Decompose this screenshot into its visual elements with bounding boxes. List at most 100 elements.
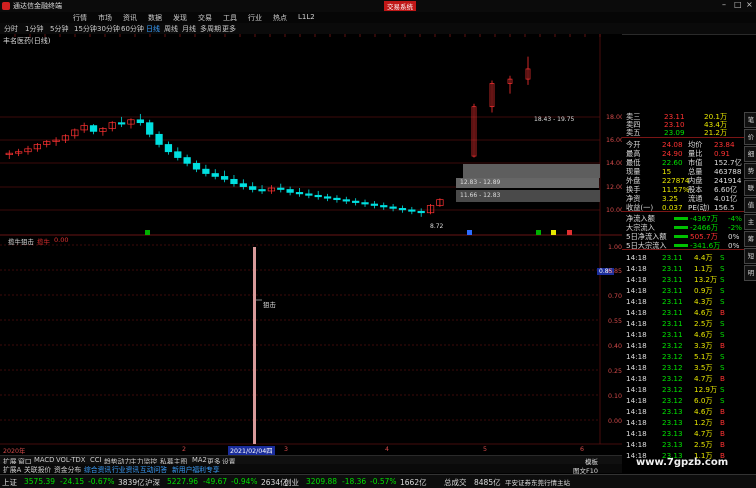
indicator-axis-label: 0.00 [608,418,623,425]
menu-news[interactable]: 资讯 [123,13,137,23]
candle-body [220,176,229,180]
period-timeshare[interactable]: 分时 [4,24,18,34]
maximize-icon[interactable]: □ [734,0,742,9]
side-tab[interactable]: 短 [744,248,756,264]
period-5min[interactable]: 5分钟 [50,24,68,34]
indicator-tab[interactable]: VOL-TDX [56,456,85,464]
indicator-tab[interactable]: CCI [90,456,102,464]
side-tab[interactable]: 价 [744,129,756,145]
extension-tab[interactable]: 新用户福利专享 [172,464,220,474]
tick-volume: 2.5万 [694,319,713,328]
trade-system-button[interactable]: 交易系统 [384,1,416,11]
side-tab[interactable]: 筹 [744,231,756,247]
tick-list[interactable]: 14:18 23.11 4.4万 S 14:18 23.11 1.1万 S 14:18 23.11… [622,253,744,463]
broker-server[interactable]: 平安证券东莞行情主站 [505,477,570,487]
tick-price: 23.13 [662,440,683,449]
candle-body [146,122,154,135]
indicator-tab[interactable]: MA2 [192,456,207,464]
quote-stat-row: 换手 11.57% 股本 6.60亿 [622,185,744,194]
period-daily[interactable]: 日线 [146,24,160,34]
extension-tab[interactable]: 行业资讯 [112,464,139,474]
tick-price: 23.12 [662,363,683,372]
extension-tab[interactable]: 扩展A [3,464,21,474]
side-tab[interactable]: 明 [744,265,756,281]
quote-stat-row: 最高 24.90 量比 0.91 [622,149,744,158]
tick-price: 23.12 [662,341,683,350]
quote-stat-row: 今开 24.08 均价 23.84 [622,140,744,149]
tick-direction: B [720,341,725,350]
index-name[interactable]: 创业 [284,477,299,488]
menu-quotes[interactable]: 行情 [73,13,87,23]
period-weekly[interactable]: 周线 [164,24,178,34]
extension-tab[interactable]: 综合资讯 [84,464,111,474]
candle-body [342,199,350,202]
period-30min[interactable]: 30分钟 [97,24,120,34]
quote-stat-row: 外盘 227874 内盘 241914 [622,176,744,185]
flow-bar [674,244,688,247]
candle-body [136,119,144,124]
candle-body [361,202,369,205]
tick-price: 23.11 [662,286,683,295]
minimize-icon[interactable]: – [722,0,726,9]
tick-row: 14:18 23.11 2.5万 S [622,319,744,328]
flow-pct: -4% [728,214,742,223]
index-name[interactable]: 沪深 [145,477,160,488]
tick-volume: 4.6万 [694,308,713,317]
tick-volume: 4.4万 [694,253,713,262]
candle-body [333,197,341,201]
index-name[interactable]: 上证 [2,477,17,488]
extension-tab[interactable]: 资金分布 [54,464,81,474]
sell-level-price: 23.09 [664,128,685,137]
total-volume-label: 总成交 [444,478,467,487]
indicator-axis-label: 0.70 [608,293,623,300]
period-monthly[interactable]: 月线 [182,24,196,34]
tick-direction: S [720,385,725,394]
tick-direction: B [720,308,725,317]
side-tab[interactable]: 值 [744,197,756,213]
period-60min[interactable]: 60分钟 [121,24,144,34]
app-logo-icon [2,2,10,10]
candle-body [230,178,238,185]
index-amount: 3839亿 [118,478,145,487]
extension-tab[interactable]: 互动问答 [140,464,167,474]
period-1min[interactable]: 1分钟 [25,24,43,34]
tick-price: 23.11 [662,253,683,262]
candle-body [117,122,126,125]
menu-tools[interactable]: 工具 [223,13,237,23]
tick-direction: S [720,396,725,405]
side-tab[interactable]: 势 [744,163,756,179]
menu-discover[interactable]: 发现 [173,13,187,23]
extension-tab[interactable]: 关联报价 [24,464,51,474]
menu-market[interactable]: 市场 [98,13,112,23]
menu-data[interactable]: 数据 [148,13,162,23]
tick-row: 14:18 23.12 3.5万 S [622,363,744,372]
menu-hotspot[interactable]: 热点 [273,13,287,23]
tick-time: 14:18 [626,396,647,405]
tick-volume: 13.2万 [694,275,718,284]
side-tab[interactable]: 主 [744,214,756,230]
menu-trade[interactable]: 交易 [198,13,212,23]
side-tab[interactable]: 笔 [744,112,756,128]
close-icon[interactable]: × [746,0,753,9]
tick-volume: 12.9万 [694,385,718,394]
side-tab[interactable]: 联 [744,180,756,196]
sell-level-row[interactable]: 卖五 23.09 21.2万 [622,128,744,137]
candle-body [277,187,285,190]
tick-time: 14:18 [626,275,647,284]
menu-industry[interactable]: 行业 [248,13,262,23]
stat-value: 23.84 [714,140,735,149]
indicator-tab[interactable]: MACD [34,456,54,464]
kline-chart[interactable] [0,34,622,455]
period-multi[interactable]: 多周期 [200,24,221,34]
tick-time: 14:18 [626,440,647,449]
menu-l1l2[interactable]: L1L2 [298,13,315,21]
quote-divider [622,137,744,138]
indicator-axis-label: 0.55 [608,318,623,325]
tick-price: 23.11 [662,297,683,306]
side-tab[interactable]: 细 [744,146,756,162]
tick-price: 23.11 [662,264,683,273]
period-15min[interactable]: 15分钟 [74,24,97,34]
period-more[interactable]: 更多 [222,24,236,34]
candle-body [323,196,332,199]
tick-direction: S [720,253,725,262]
